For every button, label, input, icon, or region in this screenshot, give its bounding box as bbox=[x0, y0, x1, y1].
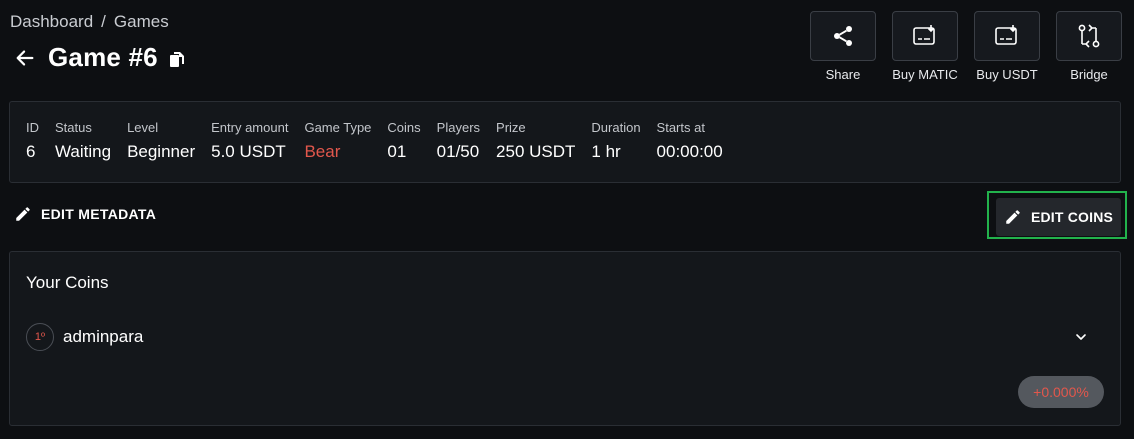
info-id-label: ID bbox=[26, 120, 39, 135]
info-prize: Prize 250 USDT bbox=[496, 120, 575, 182]
info-status-value: Waiting bbox=[55, 142, 112, 161]
info-level-label: Level bbox=[127, 120, 159, 135]
share-icon bbox=[834, 26, 852, 46]
info-starts: Starts at 00:00:00 bbox=[657, 120, 723, 182]
info-coins-label: Coins bbox=[387, 120, 421, 135]
info-level: Level Beginner bbox=[127, 120, 195, 182]
info-duration-label: Duration bbox=[591, 120, 641, 135]
share-button[interactable]: Share bbox=[810, 11, 876, 82]
info-entry-value: 5.0 USDT bbox=[211, 142, 286, 161]
info-id: ID 6 bbox=[26, 120, 39, 182]
page-title: Game #6 bbox=[48, 42, 158, 72]
buy-icon bbox=[913, 25, 935, 45]
info-coins: Coins 01 bbox=[387, 120, 420, 182]
chevron-down-icon[interactable] bbox=[1070, 326, 1092, 348]
info-status: Status Waiting bbox=[55, 120, 111, 182]
info-duration-value: 1 hr bbox=[591, 142, 621, 161]
breadcrumb: Dashboard / Games bbox=[10, 12, 169, 32]
your-coins-card: Your Coins 1º adminpara +0.000% bbox=[9, 251, 1121, 426]
bridge-button[interactable]: Bridge bbox=[1056, 11, 1122, 82]
game-detail-page: Dashboard / Games Game #6 Share Buy MATI… bbox=[0, 0, 1134, 439]
rank-badge: 1º bbox=[26, 323, 54, 351]
info-coins-value: 01 bbox=[387, 142, 407, 161]
info-entry-label: Entry amount bbox=[211, 120, 289, 135]
action-bar: Share Buy MATIC Buy USDT Bridge bbox=[810, 11, 1122, 82]
share-label: Share bbox=[825, 67, 861, 82]
your-coins-title: Your Coins bbox=[26, 273, 109, 292]
buy-usdt-label: Buy USDT bbox=[976, 67, 1038, 82]
list-item[interactable]: 1º adminpara bbox=[26, 322, 1092, 352]
copy-icon[interactable] bbox=[168, 51, 186, 69]
info-type-value: Bear bbox=[304, 142, 341, 161]
coin-username: adminpara bbox=[63, 327, 144, 346]
info-players: Players 01/50 bbox=[437, 120, 480, 182]
game-info-card: ID 6 Status Waiting Level Beginner Entry am… bbox=[9, 101, 1121, 183]
pencil-icon bbox=[1006, 210, 1020, 224]
title-row: Game #6 bbox=[12, 42, 186, 73]
info-type: Game Type Bear bbox=[304, 120, 371, 182]
buy-usdt-button[interactable]: Buy USDT bbox=[974, 11, 1040, 82]
pencil-icon bbox=[16, 207, 30, 221]
bridge-icon bbox=[1078, 24, 1100, 48]
info-duration: Duration 1 hr bbox=[591, 120, 640, 182]
edit-coins-button[interactable]: EDIT COINS bbox=[996, 198, 1121, 236]
info-type-label: Game Type bbox=[304, 120, 372, 135]
edit-metadata-label: EDIT METADATA bbox=[41, 206, 157, 222]
arrow-left-icon[interactable] bbox=[12, 45, 38, 71]
info-players-label: Players bbox=[436, 120, 481, 135]
info-id-value: 6 bbox=[26, 142, 36, 161]
info-status-label: Status bbox=[55, 120, 92, 135]
breadcrumb-games-link[interactable]: Games bbox=[114, 12, 169, 32]
info-starts-label: Starts at bbox=[656, 120, 705, 135]
buy-matic-label: Buy MATIC bbox=[892, 67, 958, 82]
edit-coins-label: EDIT COINS bbox=[1030, 209, 1114, 225]
bridge-label: Bridge bbox=[1070, 67, 1108, 82]
edit-metadata-button[interactable]: EDIT METADATA bbox=[14, 205, 156, 223]
percent-change-badge: +0.000% bbox=[1018, 376, 1104, 408]
breadcrumb-separator: / bbox=[101, 12, 106, 31]
info-prize-label: Prize bbox=[496, 120, 526, 135]
info-players-value: 01/50 bbox=[436, 142, 480, 161]
buy-matic-button[interactable]: Buy MATIC bbox=[892, 11, 958, 82]
info-starts-value: 00:00:00 bbox=[656, 142, 723, 161]
info-entry: Entry amount 5.0 USDT bbox=[211, 120, 288, 182]
info-prize-value: 250 USDT bbox=[496, 142, 576, 161]
breadcrumb-dashboard-link[interactable]: Dashboard bbox=[10, 12, 93, 32]
info-level-value: Beginner bbox=[127, 142, 196, 161]
buy-icon bbox=[995, 25, 1017, 45]
